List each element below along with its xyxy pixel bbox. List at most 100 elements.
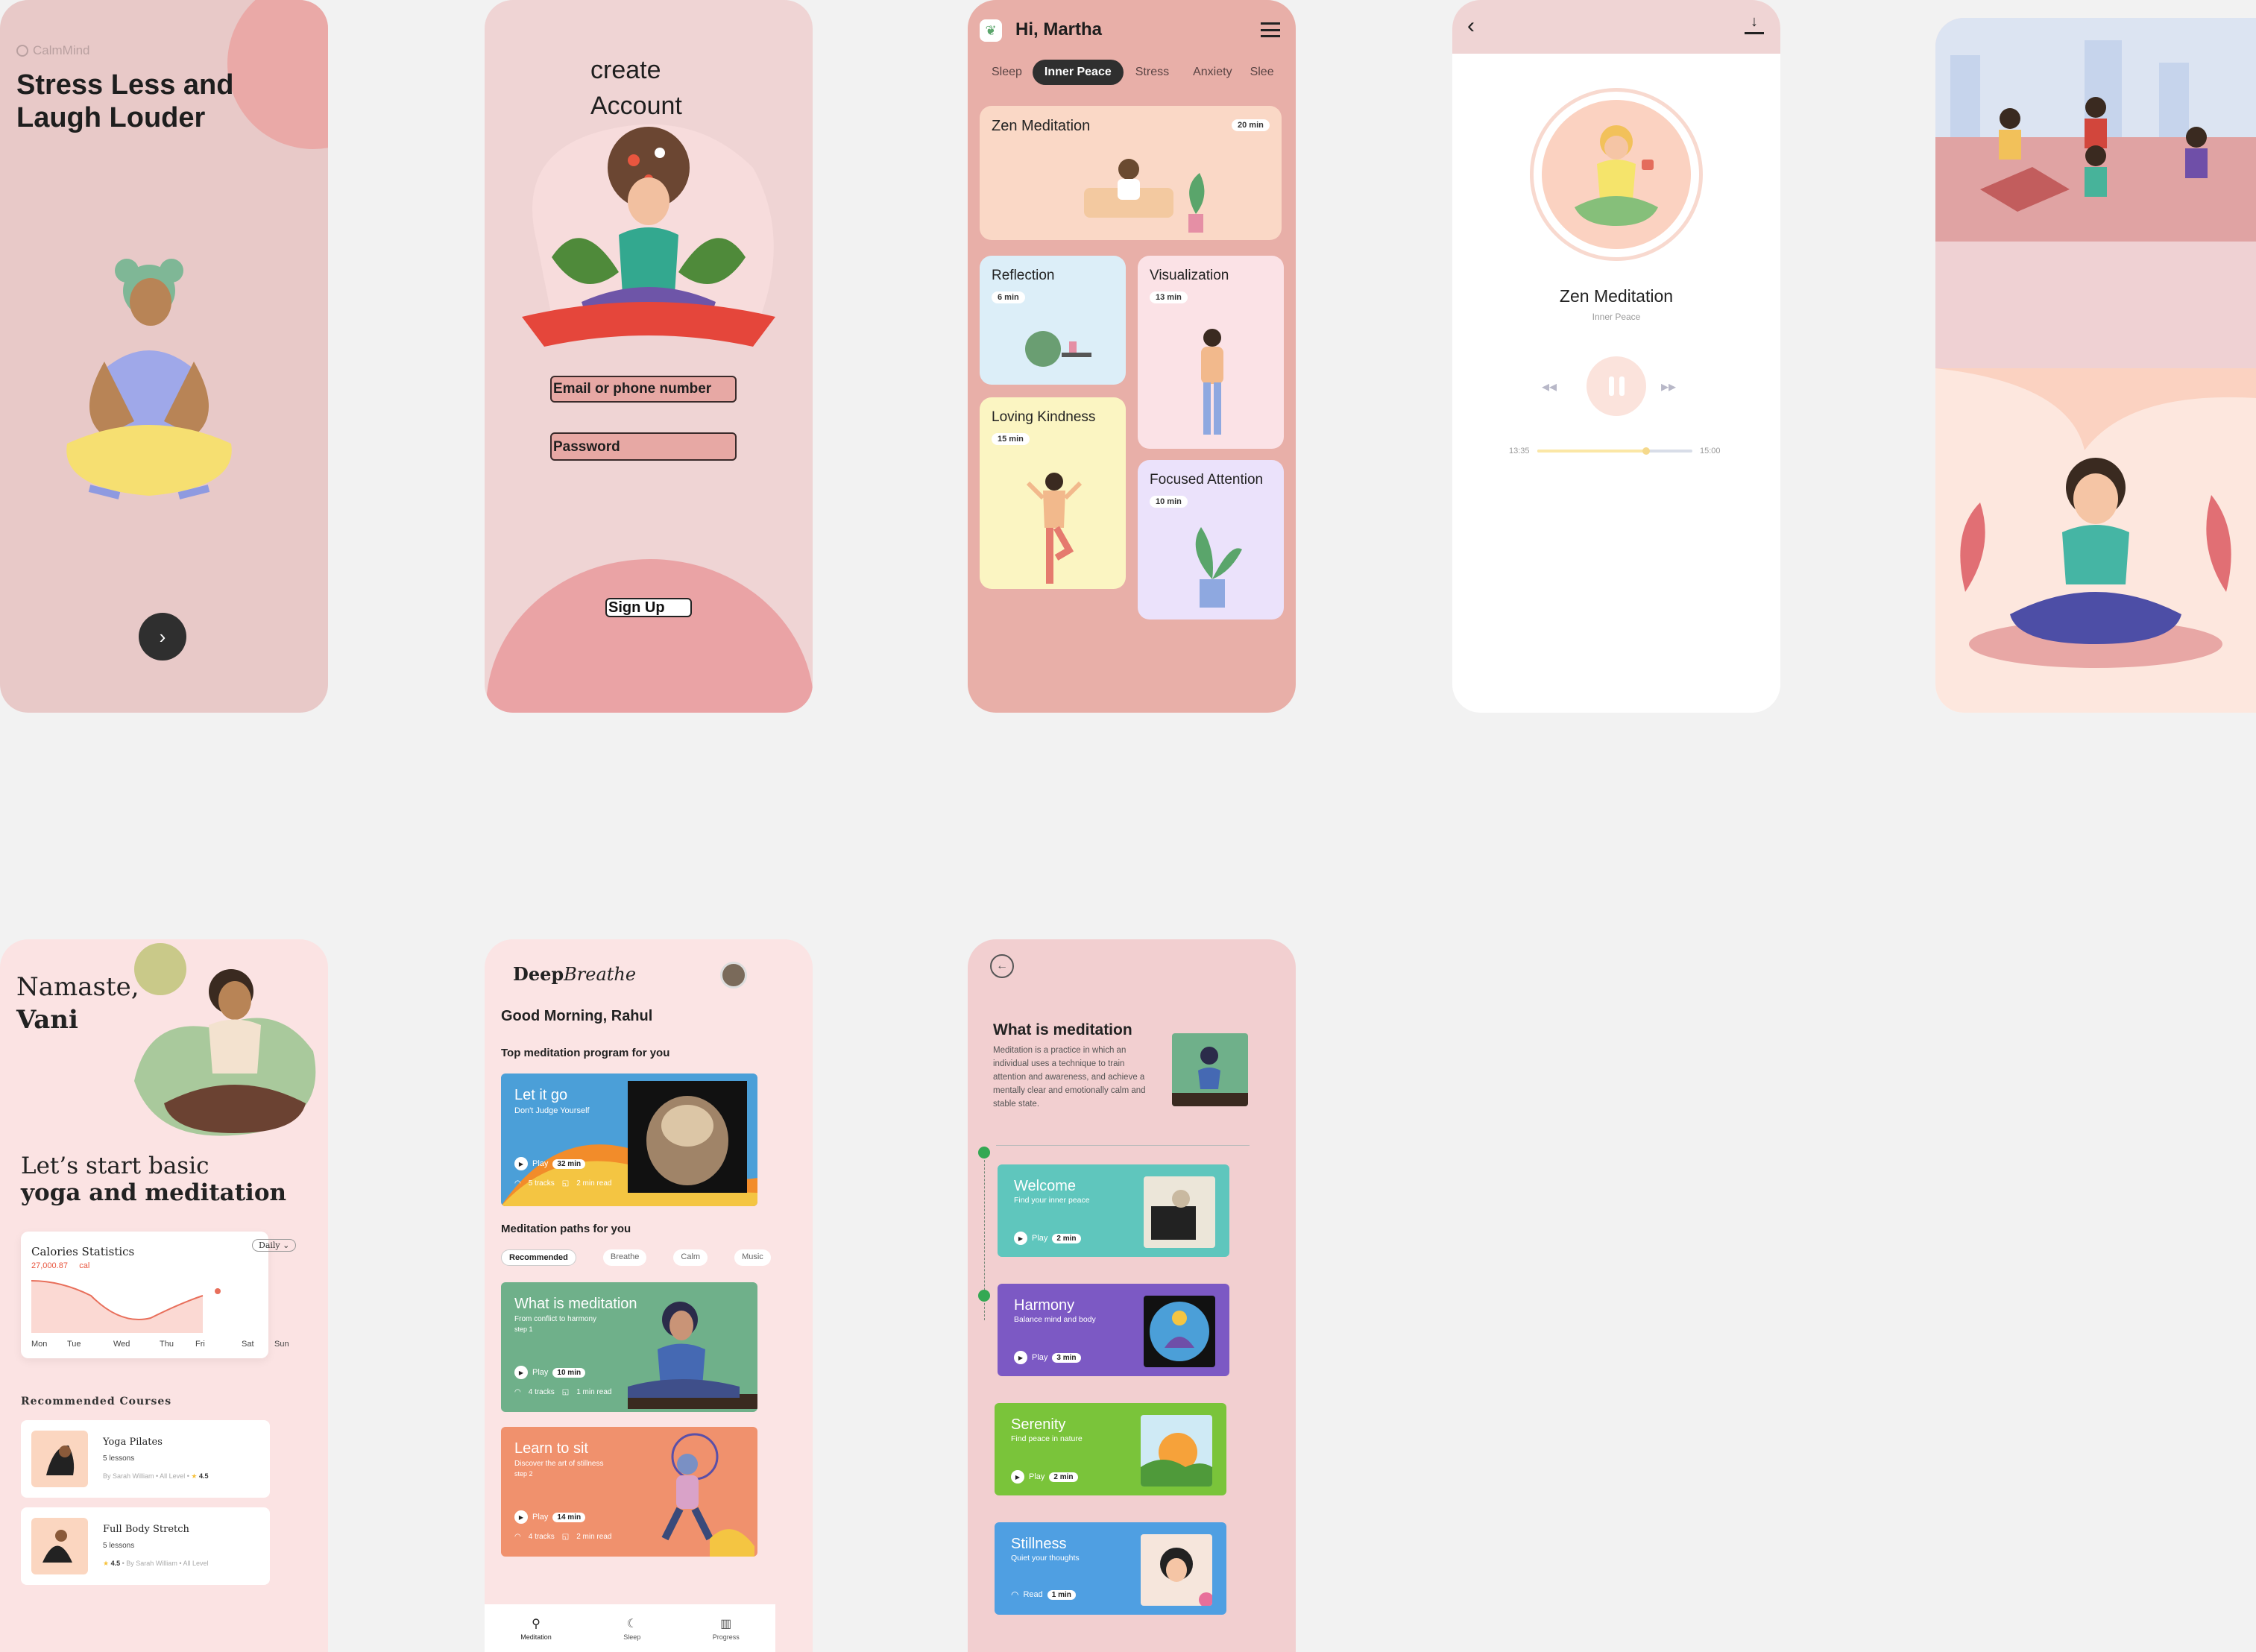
play-row[interactable]: ▶ Play 2 min bbox=[1014, 1232, 1081, 1245]
nav-meditation[interactable]: ⚲ Meditation bbox=[520, 1616, 552, 1641]
meta-row: ◠ 4 tracks ◱ 2 min read bbox=[514, 1533, 611, 1541]
avatar[interactable] bbox=[720, 962, 747, 989]
play-row[interactable]: ▶ Play 14 min bbox=[514, 1510, 586, 1524]
stats-number: 27,000.87 bbox=[31, 1261, 68, 1270]
person-on-sofa-illustration bbox=[1084, 159, 1205, 233]
play-row[interactable]: ▶ Play 10 min bbox=[514, 1366, 586, 1379]
read-row[interactable]: ◠ Read 1 min bbox=[1011, 1589, 1076, 1600]
lesson-title: Harmony bbox=[1014, 1297, 1075, 1314]
tab-sleep[interactable]: Sleep bbox=[981, 60, 1033, 85]
back-icon[interactable]: ‹ bbox=[1467, 15, 1475, 37]
calories-card: Calories Statistics 27,000.87 cal Daily … bbox=[21, 1232, 297, 1358]
screen-create-account: create Account Email or phone number Pas… bbox=[485, 0, 813, 713]
title-line-1: create bbox=[590, 56, 661, 84]
course-rating: 4.5 bbox=[198, 1472, 209, 1480]
forward-icon[interactable]: ▸▸ bbox=[1661, 377, 1676, 396]
page-title: create Account bbox=[590, 52, 682, 124]
track-title: Zen Meditation bbox=[1559, 286, 1674, 306]
lesson-card-welcome[interactable]: Welcome Find your inner peace ▶ Play 2 m… bbox=[998, 1164, 1229, 1257]
duration-badge: 15 min bbox=[992, 433, 1030, 445]
duration-badge: 10 min bbox=[552, 1367, 586, 1378]
course-card[interactable]: Full Body Stretch 5 lessons ★ 4.5 • By S… bbox=[21, 1507, 270, 1585]
progress-thumb[interactable] bbox=[1642, 447, 1650, 455]
period-label: Daily bbox=[259, 1240, 280, 1250]
featured-card[interactable]: Let it go Don't Judge Yourself ▶ Play 32… bbox=[501, 1074, 757, 1206]
card-loving-kindness[interactable]: Loving Kindness 15 min bbox=[980, 397, 1126, 589]
path-card[interactable]: Learn to sit Discover the art of stillne… bbox=[501, 1427, 757, 1557]
nav-label: Meditation bbox=[520, 1633, 552, 1641]
card-focused-attention[interactable]: Focused Attention 10 min bbox=[1138, 460, 1284, 620]
dot-separator: • bbox=[122, 1560, 125, 1567]
play-icon: ▶ bbox=[1014, 1232, 1027, 1245]
chip-calm[interactable]: Calm bbox=[673, 1249, 708, 1266]
card-reflection[interactable]: Reflection 6 min bbox=[980, 256, 1126, 385]
play-icon: ▶ bbox=[514, 1366, 528, 1379]
nav-sleep[interactable]: ☾ Sleep bbox=[623, 1616, 640, 1641]
signup-button[interactable]: Sign Up bbox=[605, 598, 692, 617]
download-icon[interactable]: ↓ bbox=[1745, 13, 1764, 34]
tab-inner-peace[interactable]: Inner Peace bbox=[1032, 60, 1124, 85]
lesson-card-serenity[interactable]: Serenity Find peace in nature ▶ Play 2 m… bbox=[995, 1403, 1226, 1495]
back-button[interactable]: ← bbox=[990, 954, 1014, 978]
nav-progress[interactable]: ▥ Progress bbox=[713, 1616, 740, 1641]
tab-stress[interactable]: Stress bbox=[1124, 60, 1181, 85]
play-row[interactable]: ▶ Play 32 min bbox=[514, 1157, 586, 1170]
pause-button[interactable] bbox=[1587, 356, 1646, 416]
timeline-dot bbox=[978, 1147, 990, 1158]
star-icon: ★ bbox=[103, 1560, 110, 1567]
play-row[interactable]: ▶ Play 2 min bbox=[1011, 1470, 1078, 1484]
logo: CalmMind bbox=[16, 43, 90, 58]
section-title: Top meditation program for you bbox=[501, 1047, 670, 1059]
action-label: Read bbox=[1023, 1590, 1043, 1599]
duration-badge: 2 min bbox=[1052, 1233, 1081, 1243]
card-visualization[interactable]: Visualization 13 min bbox=[1138, 256, 1284, 449]
meditation-icon: ⚲ bbox=[532, 1617, 541, 1630]
card-title: Focused Attention bbox=[1150, 472, 1264, 488]
lesson-card-stillness[interactable]: Stillness Quiet your thoughts ◠ Read 1 m… bbox=[995, 1522, 1226, 1615]
chip-breathe[interactable]: Breathe bbox=[602, 1249, 647, 1266]
path-card[interactable]: What is meditation From conflict to harm… bbox=[501, 1282, 757, 1412]
greeting-line: Namaste, bbox=[16, 972, 139, 1002]
play-label: Play bbox=[532, 1513, 549, 1522]
action-label: Play bbox=[1029, 1472, 1045, 1481]
progress-track[interactable] bbox=[1537, 447, 1692, 455]
chip-music[interactable]: Music bbox=[734, 1249, 771, 1266]
bottom-nav: ⚲ Meditation ☾ Sleep ▥ Progress bbox=[485, 1604, 775, 1652]
tab-anxiety[interactable]: Anxiety bbox=[1181, 60, 1244, 85]
meditating-person-illustration bbox=[66, 259, 232, 499]
headphones-icon: ◠ bbox=[514, 1388, 521, 1396]
headline-line-2: yoga and meditation bbox=[21, 1179, 287, 1206]
brand-logo: DeepBreathe bbox=[513, 963, 636, 985]
duration-badge: 14 min bbox=[552, 1512, 586, 1522]
tab-sleep-2[interactable]: Slee bbox=[1244, 60, 1280, 85]
bar-chart-icon: ▥ bbox=[720, 1617, 732, 1630]
stats-title: Calories Statistics bbox=[31, 1245, 135, 1258]
next-button[interactable]: › bbox=[139, 613, 186, 661]
email-field[interactable]: Email or phone number bbox=[550, 376, 737, 403]
hamburger-icon[interactable] bbox=[1261, 22, 1280, 37]
password-field[interactable]: Password bbox=[550, 432, 737, 461]
nav-label: Progress bbox=[712, 1633, 740, 1641]
chip-recommended[interactable]: Recommended bbox=[501, 1249, 576, 1266]
course-card[interactable]: Yoga Pilates 5 lessons By Sarah William … bbox=[21, 1420, 270, 1498]
card-title: Zen Meditation bbox=[992, 118, 1091, 134]
play-icon: ▶ bbox=[514, 1510, 528, 1524]
course-meta: ★ 4.5 • By Sarah William • All Level bbox=[103, 1560, 209, 1568]
rewind-icon[interactable]: ◂◂ bbox=[1542, 377, 1557, 396]
leaf-icon bbox=[16, 45, 28, 57]
greeting: Hi, Martha bbox=[1015, 19, 1103, 40]
card-step: step 1 bbox=[514, 1325, 533, 1333]
woman-meditating-illustration bbox=[628, 1302, 757, 1409]
play-icon: ▶ bbox=[1011, 1470, 1024, 1484]
period-dropdown[interactable]: Daily ⌄ bbox=[252, 1239, 297, 1252]
lesson-card-harmony[interactable]: Harmony Balance mind and body ▶ Play 3 m… bbox=[998, 1284, 1229, 1376]
lesson-thumbnail bbox=[1144, 1296, 1215, 1367]
card-subtitle: Discover the art of stillness bbox=[514, 1460, 604, 1468]
screen-onboarding: CalmMind Stress Less and Laugh Louder › bbox=[0, 0, 328, 713]
article-thumbnail bbox=[1172, 1033, 1248, 1106]
lesson-subtitle: Balance mind and body bbox=[1014, 1315, 1096, 1324]
play-row[interactable]: ▶ Play 3 min bbox=[1014, 1351, 1081, 1364]
screen-what-is-meditation: ← What is meditation Meditation is a pra… bbox=[968, 939, 1296, 1652]
arrow-left-icon: ← bbox=[996, 959, 1008, 972]
card-zen-meditation[interactable]: Zen Meditation 20 min bbox=[980, 106, 1282, 240]
